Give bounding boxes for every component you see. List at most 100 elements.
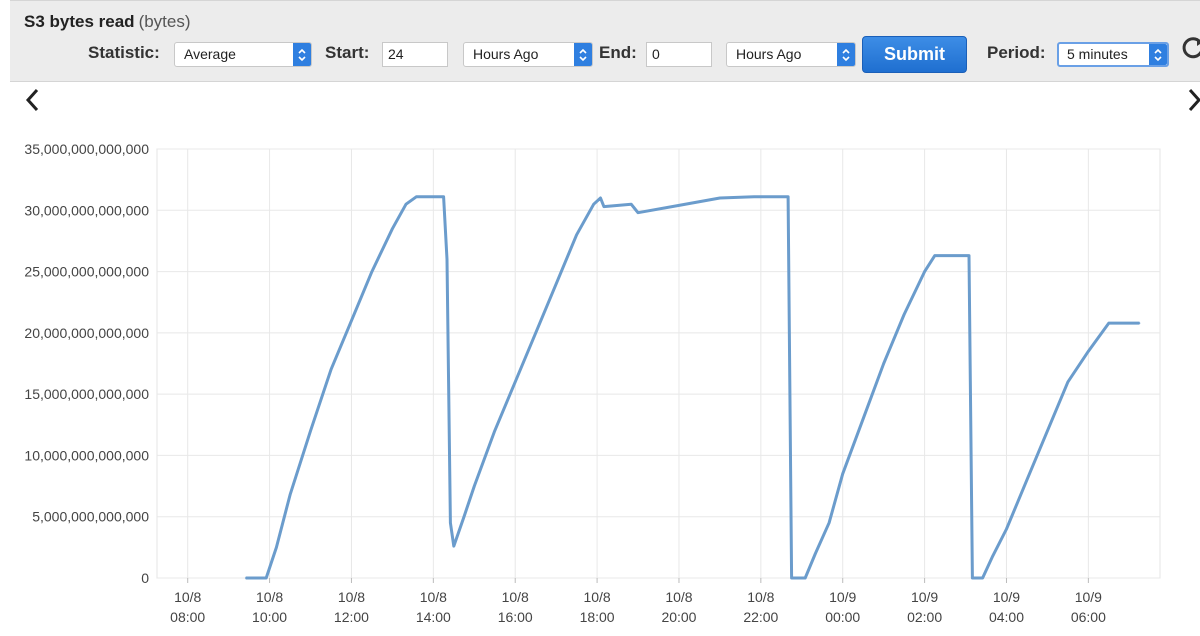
start-unit-value: Hours Ago [473, 46, 539, 62]
x-tick-label: 10/9 [829, 589, 856, 605]
end-unit-value: Hours Ago [736, 46, 802, 62]
data-point [309, 430, 312, 432]
data-point [244, 577, 247, 579]
end-label: End: [599, 43, 637, 62]
data-point [575, 234, 578, 236]
data-point [405, 203, 407, 205]
data-point [350, 319, 353, 322]
metric-units: (bytes) [138, 12, 191, 31]
x-tick-label: 10/8 [338, 589, 365, 605]
data-point [841, 473, 844, 475]
x-tick-label: 02:00 [907, 609, 942, 625]
chart-title: S3 bytes read (bytes) [24, 12, 191, 32]
x-tick-label: 10/9 [911, 589, 938, 605]
x-tick-label: 08:00 [170, 609, 205, 625]
data-point [828, 522, 830, 524]
up-down-chevron-icon [574, 43, 592, 66]
period-select[interactable]: 5 minutes [1057, 42, 1169, 67]
x-tick-label: 10/8 [502, 589, 529, 605]
x-tick-label: 14:00 [416, 609, 451, 625]
data-point [923, 270, 926, 273]
data-point [862, 417, 864, 420]
line-chart: 0 5,000,000,000,000 10,000,000,000,000 15,0… [24, 141, 1161, 625]
data-point [753, 196, 755, 198]
x-tick-label: 10:00 [252, 609, 287, 625]
y-tick-label: 5,000,000,000,000 [32, 509, 149, 525]
data-point [804, 577, 806, 579]
data-point [1108, 322, 1110, 324]
data-point [1005, 528, 1008, 530]
data-point [968, 254, 970, 257]
up-down-chevron-icon [1149, 44, 1167, 65]
data-point [534, 332, 537, 334]
data-point [463, 515, 465, 518]
chart-toolbar: S3 bytes read (bytes) Statistic: Average … [10, 0, 1200, 82]
data-point [678, 204, 680, 207]
y-tick-label: 30,000,000,000,000 [24, 202, 149, 218]
refresh-icon[interactable] [1180, 35, 1200, 66]
statistic-label: Statistic: [88, 43, 160, 62]
data-point [473, 485, 476, 487]
data-point [514, 381, 516, 383]
data-point [275, 546, 278, 549]
data-point [882, 362, 885, 365]
y-tick-label: 10,000,000,000,000 [24, 447, 149, 463]
data-point [493, 430, 496, 432]
data-point [265, 577, 268, 579]
up-down-chevron-icon [837, 43, 855, 66]
y-tick-label: 0 [141, 570, 149, 586]
data-point [415, 196, 418, 198]
data-point [289, 493, 291, 496]
x-tick-label: 10/9 [1075, 589, 1102, 605]
x-tick-label: 10/8 [256, 589, 283, 605]
data-point [330, 368, 332, 371]
data-point [787, 196, 789, 198]
data-point [637, 211, 639, 214]
chevron-right-icon[interactable] [1186, 86, 1200, 119]
x-tick-label: 16:00 [498, 609, 533, 625]
x-tick-label: 12:00 [334, 609, 369, 625]
data-point [592, 203, 595, 205]
statistic-value: Average [184, 46, 236, 62]
end-input[interactable]: 0 [646, 42, 712, 67]
period-label: Period: [987, 43, 1046, 62]
data-point [1138, 322, 1141, 324]
x-tick-label: 10/8 [747, 589, 774, 605]
data-point [1087, 350, 1090, 352]
data-point [1067, 381, 1069, 383]
statistic-select[interactable]: Average [174, 42, 312, 67]
data-point [992, 555, 994, 557]
data-point [790, 577, 793, 579]
data-point [934, 254, 936, 257]
x-tick-label: 00:00 [825, 609, 860, 625]
y-tick-label: 25,000,000,000,000 [24, 264, 149, 280]
data-point [371, 270, 373, 273]
data-point [603, 205, 605, 208]
series-line [245, 195, 1140, 580]
y-tick-label: 15,000,000,000,000 [24, 386, 149, 402]
end-unit-select[interactable]: Hours Ago [726, 42, 856, 67]
data-point [453, 545, 455, 547]
plot-frame [156, 148, 1161, 579]
x-tick-label: 06:00 [1071, 609, 1106, 625]
data-point [719, 197, 721, 199]
data-point [630, 203, 632, 205]
y-tick-label: 20,000,000,000,000 [24, 325, 149, 341]
metric-name: S3 bytes read [24, 12, 135, 31]
data-point [971, 577, 974, 579]
data-point [1026, 479, 1028, 481]
x-tick-label: 22:00 [743, 609, 778, 625]
submit-button[interactable]: Submit [862, 36, 967, 73]
x-tick-label: 18:00 [580, 609, 615, 625]
data-point [981, 577, 984, 579]
period-value: 5 minutes [1067, 46, 1128, 62]
start-input[interactable]: 24 [382, 42, 448, 67]
x-tick-label: 10/8 [174, 589, 201, 605]
start-unit-select[interactable]: Hours Ago [463, 42, 593, 67]
chevron-left-icon[interactable] [24, 86, 42, 119]
data-point [814, 552, 817, 555]
up-down-chevron-icon [293, 43, 311, 66]
x-tick-label: 10/8 [665, 589, 692, 605]
data-point [391, 227, 394, 230]
data-point [446, 258, 448, 261]
